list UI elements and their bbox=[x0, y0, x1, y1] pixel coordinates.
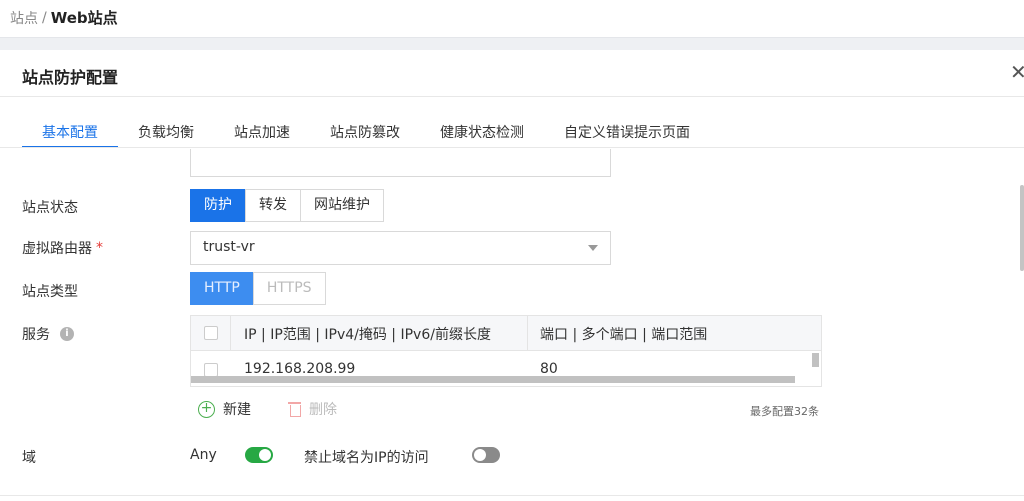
site-status-protect-button[interactable]: 防护 bbox=[190, 189, 246, 222]
breadcrumb-current: Web站点 bbox=[50, 9, 118, 27]
partial-text-input[interactable] bbox=[190, 149, 611, 177]
virtual-router-label-text: 虚拟路由器 bbox=[22, 241, 92, 257]
row-ip: 192.168.208.99 bbox=[244, 361, 356, 377]
add-service-button[interactable]: + 新建 bbox=[198, 399, 251, 419]
virtual-router-select[interactable]: trust-vr bbox=[190, 231, 611, 265]
tab-site-acceleration[interactable]: 站点加速 bbox=[214, 110, 310, 148]
site-protection-panel: 站点防护配置 ✕ 基本配置 负载均衡 站点加速 站点防篡改 健康状态检测 自定义… bbox=[0, 50, 1024, 501]
vertical-scrollbar[interactable] bbox=[812, 353, 819, 367]
row-checkbox[interactable] bbox=[204, 363, 218, 377]
panel-title: 站点防护配置 bbox=[22, 68, 119, 87]
panel-bottom-divider bbox=[0, 495, 1024, 496]
toggle-knob bbox=[259, 449, 271, 461]
column-header-port: 端口 | 多个端口 | 端口范围 bbox=[540, 327, 708, 343]
site-status-forward-button[interactable]: 转发 bbox=[245, 189, 301, 222]
tab-divider bbox=[0, 147, 1024, 148]
virtual-router-label: 虚拟路由器 * bbox=[22, 238, 103, 258]
site-type-https-button[interactable]: HTTPS bbox=[252, 272, 326, 305]
close-icon[interactable]: ✕ bbox=[1010, 60, 1024, 84]
panel-header: 站点防护配置 ✕ bbox=[0, 50, 1024, 97]
required-mark: * bbox=[96, 240, 103, 256]
tab-bar: 基本配置 负载均衡 站点加速 站点防篡改 健康状态检测 自定义错误提示页面 bbox=[22, 110, 710, 148]
trash-icon bbox=[288, 401, 301, 417]
domain-label: 域 bbox=[22, 447, 36, 467]
breadcrumb-separator: / bbox=[42, 9, 47, 26]
delete-label: 删除 bbox=[309, 402, 337, 418]
service-table-header: IP | IP范围 | IPv4/掩码 | IPv6/前缀长度 端口 | 多个端… bbox=[191, 316, 821, 351]
any-toggle[interactable] bbox=[245, 447, 273, 463]
column-divider bbox=[527, 316, 528, 351]
deny-ip-access-label: 禁止域名为IP的访问 bbox=[304, 450, 429, 466]
add-label: 新建 bbox=[223, 402, 251, 418]
service-label-text: 服务 bbox=[22, 327, 50, 343]
virtual-router-value: trust-vr bbox=[203, 239, 255, 255]
tab-custom-error-page[interactable]: 自定义错误提示页面 bbox=[544, 110, 710, 148]
toggle-knob bbox=[474, 449, 486, 461]
site-type-group: HTTP HTTPS bbox=[190, 272, 326, 305]
site-type-http-button[interactable]: HTTP bbox=[190, 272, 254, 305]
max-config-note: 最多配置32条 bbox=[750, 405, 819, 418]
page-scrollbar[interactable] bbox=[1020, 185, 1024, 271]
site-status-label-text: 站点状态 bbox=[22, 200, 78, 216]
row-port: 80 bbox=[540, 361, 558, 377]
tab-anti-tamper[interactable]: 站点防篡改 bbox=[310, 110, 420, 148]
plus-icon: + bbox=[198, 400, 215, 418]
tab-basic-config[interactable]: 基本配置 bbox=[22, 110, 118, 148]
column-divider bbox=[230, 316, 231, 351]
site-type-label: 站点类型 bbox=[22, 281, 78, 301]
service-label: 服务 i bbox=[22, 324, 74, 344]
caret-down-icon bbox=[588, 245, 598, 251]
site-status-maintenance-button[interactable]: 网站维护 bbox=[300, 189, 384, 222]
select-all-checkbox[interactable] bbox=[204, 326, 218, 340]
deny-ip-access-toggle[interactable] bbox=[472, 447, 500, 463]
delete-service-button[interactable]: 删除 bbox=[288, 399, 337, 419]
info-icon[interactable]: i bbox=[60, 327, 74, 341]
tab-health-check[interactable]: 健康状态检测 bbox=[420, 110, 544, 148]
breadcrumb: 站点 / Web站点 bbox=[10, 7, 118, 28]
top-bar: 站点 / Web站点 bbox=[0, 0, 1024, 38]
site-type-label-text: 站点类型 bbox=[22, 284, 78, 300]
column-header-ip: IP | IP范围 | IPv4/掩码 | IPv6/前缀长度 bbox=[244, 327, 491, 343]
domain-label-text: 域 bbox=[22, 450, 36, 466]
tab-load-balance[interactable]: 负载均衡 bbox=[118, 110, 214, 148]
any-label: Any bbox=[190, 447, 217, 463]
horizontal-scrollbar[interactable] bbox=[191, 376, 795, 383]
breadcrumb-parent[interactable]: 站点 bbox=[10, 8, 38, 28]
site-status-group: 防护 转发 网站维护 bbox=[190, 189, 384, 222]
site-status-label: 站点状态 bbox=[22, 197, 78, 217]
